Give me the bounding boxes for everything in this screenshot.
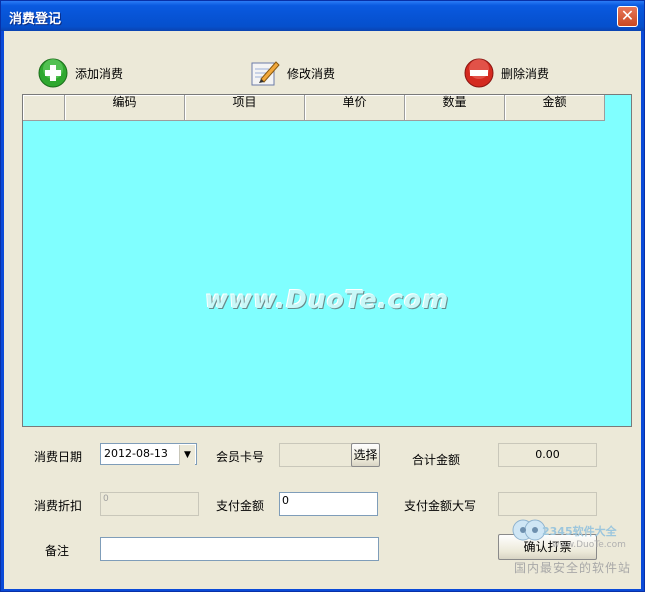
chevron-down-icon[interactable]: ▼ [179, 445, 195, 465]
select-card-button[interactable]: 选择 [351, 443, 380, 467]
column-header-unit-price[interactable]: 单价 [305, 95, 405, 121]
member-card-label: 会员卡号 [216, 450, 265, 464]
discount-field[interactable]: 0 [100, 492, 199, 516]
window-title: 消费登记 [9, 12, 62, 27]
consumption-table[interactable]: 编码 项目 单价 数量 金额 www.DuoTe.com [22, 94, 632, 427]
table-header: 编码 项目 单价 数量 金额 [23, 95, 605, 121]
note-field[interactable] [100, 537, 379, 561]
date-picker[interactable]: 2012-08-13 ▼ [100, 443, 197, 465]
pay-amount-upper-field [498, 492, 597, 516]
column-header-quantity[interactable]: 数量 [405, 95, 505, 121]
add-consumption-button[interactable]: 添加消费 [37, 56, 123, 90]
date-value: 2012-08-13 [104, 447, 168, 460]
client-area: 添加消费 修改消费 删除消费 编码 项目 单价 数量 金额 www.DuoTe.… [4, 31, 641, 589]
title-bar[interactable]: 消费登记 ✕ [1, 1, 644, 31]
slogan-text: 国内最安全的软件站 [514, 561, 632, 575]
pay-amount-upper-label: 支付金额大写 [404, 499, 477, 513]
pay-amount-label: 支付金额 [216, 499, 265, 513]
column-header-code[interactable]: 编码 [65, 95, 185, 121]
edit-consumption-button[interactable]: 修改消费 [249, 56, 335, 90]
pencil-note-icon [251, 61, 280, 86]
add-consumption-label: 添加消费 [75, 66, 124, 81]
note-label: 备注 [45, 544, 70, 558]
total-amount-value: 0.00 [498, 443, 597, 467]
date-label: 消费日期 [34, 450, 83, 464]
column-header-item[interactable]: 项目 [185, 95, 305, 121]
edit-consumption-label: 修改消费 [287, 66, 336, 81]
watermark-text: www.DuoTe.com [205, 285, 450, 314]
close-button[interactable]: ✕ [617, 6, 638, 27]
delete-consumption-button[interactable]: 删除消费 [463, 56, 549, 90]
total-amount-label: 合计金额 [412, 453, 461, 467]
consumption-dialog: 消费登记 ✕ 添加消费 修改消费 删除消费 编码 项目 单价 数量 金额 www… [0, 0, 645, 592]
brand-text: 2345软件大全 [542, 525, 617, 538]
pay-amount-field[interactable]: 0 [279, 492, 378, 516]
plus-circle-icon [38, 58, 68, 88]
discount-label: 消费折扣 [34, 499, 83, 513]
delete-consumption-label: 删除消费 [501, 66, 550, 81]
brand-url: www.DuoTe.com [552, 540, 626, 550]
minus-circle-icon [464, 58, 494, 88]
close-icon: ✕ [620, 6, 635, 25]
column-header-row-selector[interactable] [23, 95, 65, 121]
column-header-amount[interactable]: 金额 [505, 95, 605, 121]
member-card-field[interactable] [279, 443, 353, 467]
